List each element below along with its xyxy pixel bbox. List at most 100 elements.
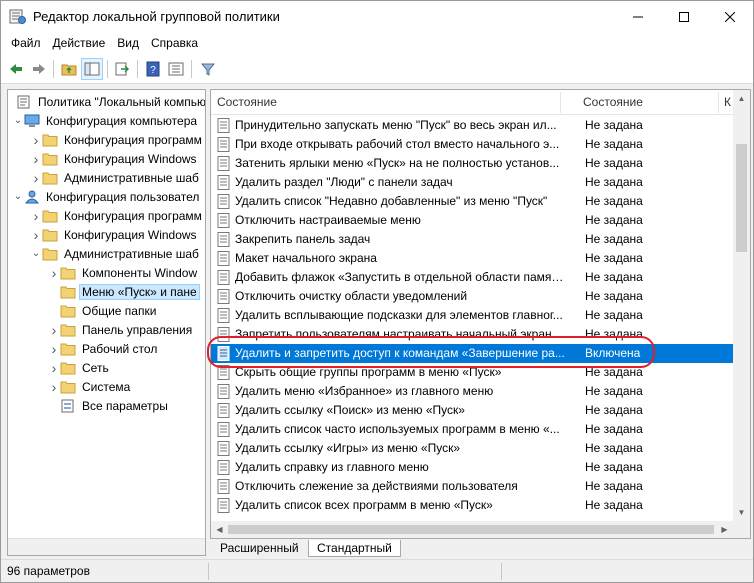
list-row[interactable]: Удалить список часто используемых програ…	[211, 420, 733, 439]
setting-name: Закрепить панель задач	[235, 232, 371, 246]
show-hide-tree-button[interactable]	[81, 58, 103, 80]
list-row[interactable]: При входе открывать рабочий стол вместо …	[211, 135, 733, 154]
vertical-scroll-thumb[interactable]	[736, 144, 747, 252]
list-vertical-scrollbar[interactable]: ▲ ▼	[733, 90, 750, 538]
collapsed-chevron-icon[interactable]: ›	[48, 263, 60, 282]
tab-extended[interactable]: Расширенный	[212, 540, 307, 557]
column-header-setting[interactable]: Состояние	[211, 90, 561, 115]
menu-view[interactable]: Вид	[111, 33, 145, 53]
setting-name: Удалить список часто используемых програ…	[235, 422, 560, 436]
setting-name: Удалить меню «Избранное» из главного мен…	[235, 384, 494, 398]
tree-node[interactable]: › Конфигурация программ	[30, 206, 204, 225]
collapsed-chevron-icon[interactable]: ›	[48, 339, 60, 358]
scroll-down-icon[interactable]: ▼	[733, 504, 750, 521]
extended-view-button[interactable]	[165, 58, 187, 80]
tree-node[interactable]: ⌄ Конфигурация пользовател	[12, 187, 201, 206]
list-row-selected[interactable]: Удалить и запретить доступ к командам «З…	[211, 344, 733, 363]
setting-state: Не задана	[585, 422, 643, 436]
collapsed-chevron-icon[interactable]: ›	[30, 149, 42, 168]
list-row[interactable]: Отключить настраиваемые меню Не задана	[211, 211, 733, 230]
list-row[interactable]: Удалить ссылку «Поиск» из меню «Пуск» Не …	[211, 401, 733, 420]
horizontal-scroll-thumb[interactable]	[228, 525, 714, 534]
export-list-button[interactable]	[111, 58, 133, 80]
list-row[interactable]: Затенить ярлыки меню «Пуск» на не полнос…	[211, 154, 733, 173]
list-row[interactable]: Скрыть общие группы программ в меню «Пус…	[211, 363, 733, 382]
list-row[interactable]: Добавить флажок «Запустить в отдельной о…	[211, 268, 733, 287]
tree-node[interactable]: › Сеть	[48, 358, 111, 377]
expanded-chevron-icon[interactable]: ⌄	[12, 111, 24, 130]
menu-file[interactable]: Файл	[5, 33, 47, 53]
list-horizontal-scrollbar[interactable]: ◀ ▶	[211, 521, 733, 538]
tree-node[interactable]: Все параметры	[48, 396, 170, 415]
scroll-right-icon[interactable]: ▶	[716, 521, 733, 538]
up-folder-button[interactable]	[58, 58, 80, 80]
status-bar: 96 параметров	[1, 559, 753, 582]
tree-node[interactable]: › Панель управления	[48, 320, 194, 339]
close-icon	[725, 11, 735, 22]
export-list-icon	[115, 62, 130, 76]
list-row[interactable]: Удалить список всех программ в меню «Пус…	[211, 496, 733, 515]
tree-node[interactable]: Общие папки	[48, 301, 158, 320]
tree-node[interactable]: › Компоненты Window	[48, 263, 199, 282]
policy-setting-icon	[217, 232, 230, 247]
list-row[interactable]: Удалить справку из главного меню Не задан…	[211, 458, 733, 477]
list-row[interactable]: Удалить всплывающие подсказки для элемен…	[211, 306, 733, 325]
list-row[interactable]: Отключить слежение за действиями пользов…	[211, 477, 733, 496]
tree-node[interactable]: ⌄ Конфигурация компьютера	[12, 111, 199, 130]
collapsed-chevron-icon[interactable]: ›	[30, 168, 42, 187]
tab-standard[interactable]: Стандартный	[308, 540, 401, 557]
setting-state: Не задана	[585, 194, 643, 208]
tree-node[interactable]: › Система	[48, 377, 132, 396]
console-tree[interactable]: Все параметры › Система › Сеть › Рабочий стол ›…	[7, 89, 206, 556]
list-row[interactable]: Удалить список "Недавно добавленные" из …	[211, 192, 733, 211]
minimize-button[interactable]	[615, 1, 661, 32]
tree-node-label: Конфигурация программ	[64, 208, 202, 223]
list-row[interactable]: Принудительно запускать меню "Пуск" во в…	[211, 116, 733, 135]
close-button[interactable]	[707, 1, 753, 32]
tree-node[interactable]: Меню «Пуск» и пане	[48, 282, 200, 301]
list-row[interactable]: Удалить раздел "Люди" с панели задач Не з…	[211, 173, 733, 192]
column-header-state[interactable]: Состояние	[577, 90, 677, 115]
forward-button[interactable]	[28, 58, 50, 80]
list-row[interactable]: Удалить меню «Избранное» из главного мен…	[211, 382, 733, 401]
filter-button[interactable]	[197, 58, 219, 80]
setting-state: Не задана	[585, 441, 643, 455]
title-bar[interactable]: Редактор локальной групповой политики	[1, 1, 753, 32]
collapsed-chevron-icon[interactable]: ›	[30, 225, 42, 244]
policy-setting-icon	[217, 308, 230, 323]
expanded-chevron-icon[interactable]: ⌄	[12, 187, 24, 206]
collapsed-chevron-icon[interactable]: ›	[48, 377, 60, 396]
policy-setting-icon	[217, 498, 230, 513]
expanded-chevron-icon[interactable]: ⌄	[30, 244, 42, 263]
list-row[interactable]: Отключить очистку области уведомлений Не …	[211, 287, 733, 306]
scroll-up-icon[interactable]: ▲	[733, 90, 750, 107]
tree-node[interactable]: Политика "Локальный компью	[8, 92, 205, 111]
policy-setting-icon	[217, 479, 230, 494]
tree-node[interactable]: › Конфигурация Windows	[30, 225, 199, 244]
tree-node[interactable]: › Конфигурация Windows	[30, 149, 199, 168]
menu-help[interactable]: Справка	[145, 33, 204, 53]
list-row[interactable]: Запретить пользователям настраивать нача…	[211, 325, 733, 344]
tree-horizontal-scrollbar[interactable]	[8, 538, 205, 555]
scroll-left-icon[interactable]: ◀	[211, 521, 228, 538]
back-button[interactable]	[5, 58, 27, 80]
list-row[interactable]: Макет начального экрана Не задана	[211, 249, 733, 268]
tree-node[interactable]: ⌄ Административные шаб	[30, 244, 201, 263]
help-button[interactable]: ?	[142, 58, 164, 80]
collapsed-chevron-icon[interactable]: ›	[48, 320, 60, 339]
folder-icon	[60, 362, 76, 374]
menu-action[interactable]: Действие	[47, 33, 112, 53]
list-row[interactable]: Удалить ссылку «Игры» из меню «Пуск» Не з…	[211, 439, 733, 458]
collapsed-chevron-icon[interactable]: ›	[30, 130, 42, 149]
up-folder-icon	[61, 64, 77, 76]
tree-node[interactable]: › Административные шаб	[30, 168, 201, 187]
collapsed-chevron-icon[interactable]: ›	[48, 358, 60, 377]
tree-node[interactable]: › Рабочий стол	[48, 339, 159, 358]
list-row[interactable]: Закрепить панель задач Не задана	[211, 230, 733, 249]
maximize-button[interactable]	[661, 1, 707, 32]
settings-list[interactable]: Состояние Состояние К Принудительно запу…	[210, 89, 751, 539]
collapsed-chevron-icon[interactable]: ›	[30, 206, 42, 225]
window-title: Редактор локальной групповой политики	[33, 9, 280, 24]
tree-node[interactable]: › Конфигурация программ	[30, 130, 204, 149]
